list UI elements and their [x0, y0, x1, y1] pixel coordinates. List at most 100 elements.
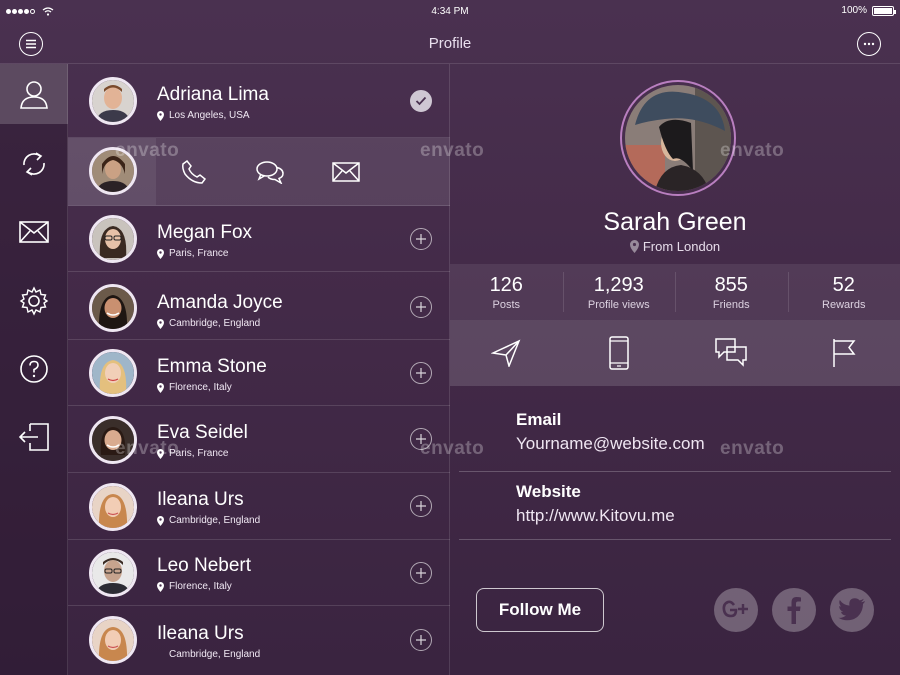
location-text: Cambridge, England [169, 318, 261, 329]
status-bar: 4:34 PM 100% [0, 0, 900, 24]
contact-list: Adriana Lima Los Angeles, USA Megan Fox … [68, 64, 450, 675]
location-text: Cambridge, England [169, 515, 261, 526]
contact-name: Megan Fox [157, 222, 253, 243]
contact-location: Cambridge, England [157, 515, 260, 526]
chat-button[interactable] [675, 320, 788, 386]
add-contact-button[interactable] [410, 495, 432, 517]
mobile-button[interactable] [563, 320, 676, 386]
sidebar [0, 64, 68, 675]
selected-check-button[interactable] [410, 90, 432, 112]
follow-button[interactable]: Follow Me [476, 588, 604, 632]
contact-location: Los Angeles, USA [157, 110, 250, 121]
plus-icon [416, 368, 426, 378]
add-contact-button[interactable] [410, 629, 432, 651]
flag-icon [833, 339, 856, 367]
profile-name: Sarah Green [603, 208, 747, 236]
contact-location: Cambridge, England [157, 318, 260, 329]
list-item[interactable]: Emma Stone Florence, Italy [68, 340, 450, 406]
battery-percent: 100% [841, 5, 867, 16]
list-item[interactable]: Ileana Urs Cambridge, England [68, 606, 450, 675]
email-field: Email Yourname@website.com [516, 410, 705, 454]
website-field: Website http://www.Kitovu.me [516, 482, 675, 526]
avatar [89, 349, 137, 397]
list-item[interactable]: Amanda Joyce Cambridge, England [68, 272, 450, 340]
chat-bubbles-icon [256, 160, 284, 184]
pin-icon [157, 248, 164, 259]
report-button[interactable] [788, 320, 900, 386]
location-text: Paris, France [169, 248, 229, 259]
avatar [89, 416, 137, 464]
sidebar-item-help[interactable] [0, 339, 68, 399]
check-icon [415, 96, 427, 106]
pin-icon [157, 448, 164, 459]
sidebar-item-logout[interactable] [0, 407, 68, 467]
stat-posts[interactable]: 126 Posts [450, 264, 563, 320]
website-label: Website [516, 482, 581, 501]
stat-label: Profile views [587, 299, 650, 311]
location-text: Florence, Italy [169, 581, 232, 592]
sidebar-item-settings[interactable] [0, 271, 68, 331]
profile-stats: 126 Posts 1,293 Profile views 855 Friend… [450, 264, 900, 320]
mobile-icon [609, 336, 629, 370]
facebook-button[interactable] [772, 588, 816, 632]
stat-friends[interactable]: 855 Friends [675, 264, 788, 320]
list-item-swiped[interactable] [68, 138, 450, 206]
contact-name: Adriana Lima [157, 84, 269, 105]
avatar [89, 215, 137, 263]
add-contact-button[interactable] [410, 362, 432, 384]
google-plus-button[interactable] [714, 588, 758, 632]
location-text: Los Angeles, USA [169, 110, 250, 121]
contact-name: Ileana Urs [157, 623, 244, 644]
more-button[interactable] [857, 32, 881, 56]
contact-location: Paris, France [157, 448, 228, 459]
sidebar-item-profile[interactable] [0, 64, 68, 124]
stat-label: Rewards [822, 299, 866, 311]
list-item[interactable]: Megan Fox Paris, France [68, 206, 450, 272]
profile-actions [450, 320, 900, 386]
list-item[interactable]: Adriana Lima Los Angeles, USA [68, 64, 450, 138]
profile-location-text: From London [642, 239, 721, 254]
avatar [89, 549, 137, 597]
twitter-button[interactable] [830, 588, 874, 632]
add-contact-button[interactable] [410, 296, 432, 318]
help-icon [20, 355, 48, 383]
phone-icon [182, 159, 207, 184]
swipe-actions [156, 138, 450, 205]
pin-icon [157, 318, 164, 329]
list-item[interactable]: Ileana Urs Cambridge, England [68, 473, 450, 540]
pin-icon [157, 581, 164, 592]
contact-name: Leo Nebert [157, 555, 252, 576]
add-contact-button[interactable] [410, 228, 432, 250]
nav-bar: Profile [0, 24, 900, 64]
list-item[interactable]: Eva Seidel Paris, France [68, 406, 450, 473]
page-title: Profile [428, 35, 472, 52]
add-contact-button[interactable] [410, 428, 432, 450]
email-label: Email [516, 410, 562, 429]
chat-bubbles-icon [715, 338, 747, 367]
add-contact-button[interactable] [410, 562, 432, 584]
email-button[interactable] [308, 161, 384, 182]
list-item[interactable]: Leo Nebert Florence, Italy [68, 540, 450, 606]
profile-location: From London [450, 239, 900, 254]
plus-icon [416, 234, 426, 244]
stat-profile-views[interactable]: 1,293 Profile views [562, 264, 676, 320]
stat-label: Posts [492, 299, 520, 311]
website-link[interactable]: http://www.Kitovu.me [516, 506, 675, 526]
gear-icon [19, 286, 49, 316]
plus-icon [416, 568, 426, 578]
email-value[interactable]: Yourname@website.com [516, 434, 705, 454]
avatar [89, 147, 137, 195]
contact-location: Florence, Italy [157, 382, 232, 393]
location-text: Paris, France [169, 448, 229, 459]
sidebar-item-messages[interactable] [0, 202, 68, 262]
stat-rewards[interactable]: 52 Rewards [787, 264, 900, 320]
stat-value: 126 [489, 274, 523, 296]
call-button[interactable] [156, 159, 232, 185]
send-button[interactable] [450, 320, 563, 386]
chat-button[interactable] [232, 160, 308, 184]
logout-icon [18, 423, 49, 451]
plus-icon [416, 302, 426, 312]
contact-location: Paris, France [157, 248, 228, 259]
sidebar-item-sync[interactable] [0, 134, 68, 194]
stat-value: 52 [832, 274, 855, 296]
